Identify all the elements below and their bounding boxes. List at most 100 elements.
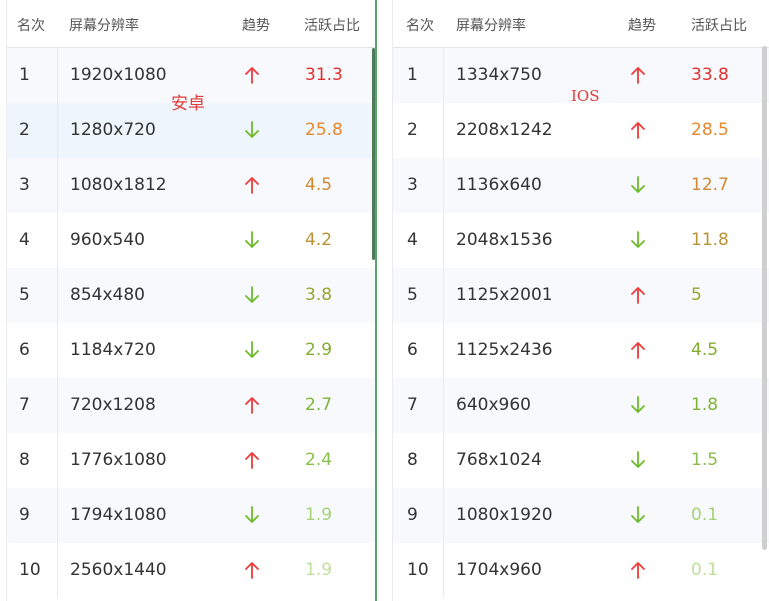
arrow-up-icon — [245, 67, 259, 84]
rank-cell: 10 — [7, 543, 58, 598]
rank-cell: 3 — [393, 158, 444, 213]
rank-number: 9 — [407, 505, 418, 525]
resolution-value: 2208x1242 — [456, 120, 553, 140]
resolution-value: 2560x1440 — [70, 560, 167, 580]
resolution-value: 1125x2436 — [456, 340, 553, 360]
rank-number: 7 — [407, 395, 418, 415]
table-row[interactable]: 5 1125x2001 5 — [393, 268, 769, 323]
rank-cell: 10 — [393, 543, 444, 598]
resolution-value: 1184x720 — [70, 340, 156, 360]
table-header: 名次 屏幕分辨率 趋势 活跃占比 — [7, 0, 376, 48]
rank-cell: 2 — [393, 103, 444, 158]
active-share-value: 2.9 — [305, 340, 333, 360]
arrow-up-icon — [631, 342, 645, 359]
active-share-value: 1.5 — [691, 450, 719, 470]
resolution-value: 1704x960 — [456, 560, 542, 580]
table-row[interactable]: 10 1704x960 0.1 — [393, 543, 769, 598]
arrow-down-icon — [245, 341, 259, 358]
resolution-value: 768x1024 — [456, 450, 542, 470]
resolution-value: 1280x720 — [70, 120, 156, 140]
active-share-value: 11.8 — [691, 230, 729, 250]
table-row[interactable]: 4 960x540 4.2 — [7, 213, 376, 268]
rank-cell: 1 — [393, 48, 444, 103]
arrow-up-icon — [631, 122, 645, 139]
rank-cell: 4 — [393, 213, 444, 268]
header-trend: 趋势 — [628, 18, 656, 34]
scrollbar[interactable] — [762, 46, 767, 550]
active-share-value: 4.5 — [691, 340, 719, 360]
resolution-value: 1794x1080 — [70, 505, 167, 525]
active-share-value: 3.8 — [305, 285, 333, 305]
table-row[interactable]: 8 768x1024 1.5 — [393, 433, 769, 488]
table-header: 名次 屏幕分辨率 趋势 活跃占比 — [393, 0, 769, 48]
rank-number: 1 — [19, 65, 30, 85]
rank-number: 6 — [19, 340, 30, 360]
ios-ranking-table: 名次 屏幕分辨率 趋势 活跃占比 1 1334x750 33.8 2 2208x1242… — [392, 0, 769, 601]
table-row[interactable]: 3 1080x1812 4.5 — [7, 158, 376, 213]
resolution-value: 1125x2001 — [456, 285, 553, 305]
arrow-up-icon — [245, 452, 259, 469]
rank-cell: 6 — [7, 323, 58, 378]
table-row[interactable]: 7 720x1208 2.7 — [7, 378, 376, 433]
arrow-down-icon — [245, 286, 259, 303]
rank-cell: 6 — [393, 323, 444, 378]
arrow-down-icon — [631, 231, 645, 248]
platform-label: 安卓 — [171, 94, 205, 114]
active-share-value: 4.2 — [305, 230, 333, 250]
active-share-value: 12.7 — [691, 175, 729, 195]
rank-number: 7 — [19, 395, 30, 415]
table-row[interactable]: 3 1136x640 12.7 — [393, 158, 769, 213]
rank-cell: 9 — [7, 488, 58, 543]
arrow-up-icon — [631, 287, 645, 304]
header-rank: 名次 — [406, 18, 434, 34]
rank-number: 4 — [407, 230, 418, 250]
resolution-value: 640x960 — [456, 395, 531, 415]
table-row[interactable]: 8 1776x1080 2.4 — [7, 433, 376, 488]
resolution-value: 960x540 — [70, 230, 145, 250]
active-share-value: 0.1 — [691, 560, 719, 580]
resolution-value: 1334x750 — [456, 65, 542, 85]
arrow-down-icon — [631, 396, 645, 413]
rank-number: 2 — [407, 120, 418, 140]
active-share-value: 2.7 — [305, 395, 333, 415]
table-row[interactable]: 2 2208x1242 28.5 — [393, 103, 769, 158]
arrow-up-icon — [631, 67, 645, 84]
rank-cell: 8 — [7, 433, 58, 488]
android-ranking-table: 名次 屏幕分辨率 趋势 活跃占比 1 1920x1080 31.3 2 1280x720… — [6, 0, 376, 601]
resolution-value: 1920x1080 — [70, 65, 167, 85]
resolution-value: 2048x1536 — [456, 230, 553, 250]
rank-number: 8 — [407, 450, 418, 470]
table-row[interactable]: 7 640x960 1.8 — [393, 378, 769, 433]
table-row[interactable]: 5 854x480 3.8 — [7, 268, 376, 323]
platform-label: IOS — [571, 87, 600, 105]
table-row[interactable]: 10 2560x1440 1.9 — [7, 543, 376, 598]
header-resolution: 屏幕分辨率 — [69, 18, 139, 34]
rank-cell: 7 — [393, 378, 444, 433]
table-row[interactable]: 4 2048x1536 11.8 — [393, 213, 769, 268]
rank-number: 10 — [19, 560, 41, 580]
table-row[interactable]: 9 1080x1920 0.1 — [393, 488, 769, 543]
table-row[interactable]: 6 1125x2436 4.5 — [393, 323, 769, 378]
rank-number: 6 — [407, 340, 418, 360]
arrow-up-icon — [631, 562, 645, 579]
arrow-down-icon — [245, 231, 259, 248]
table-row[interactable]: 6 1184x720 2.9 — [7, 323, 376, 378]
rank-number: 2 — [19, 120, 30, 140]
resolution-value: 720x1208 — [70, 395, 156, 415]
active-share-value: 2.4 — [305, 450, 333, 470]
active-share-value: 31.3 — [305, 65, 343, 85]
rank-cell: 3 — [7, 158, 58, 213]
rank-number: 10 — [407, 560, 429, 580]
rank-cell: 1 — [7, 48, 58, 103]
table-row[interactable]: 9 1794x1080 1.9 — [7, 488, 376, 543]
header-share: 活跃占比 — [691, 18, 747, 34]
resolution-value: 1080x1920 — [456, 505, 553, 525]
rank-cell: 4 — [7, 213, 58, 268]
rank-number: 3 — [407, 175, 418, 195]
active-share-value: 33.8 — [691, 65, 729, 85]
rank-number: 5 — [19, 285, 30, 305]
active-share-value: 5 — [691, 285, 702, 305]
active-share-value: 1.8 — [691, 395, 719, 415]
rank-number: 5 — [407, 285, 418, 305]
arrow-down-icon — [631, 451, 645, 468]
